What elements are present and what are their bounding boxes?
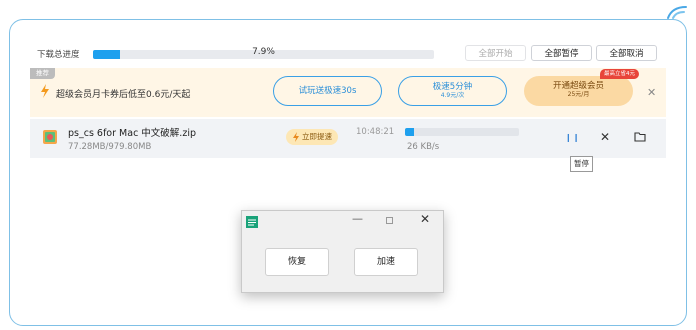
- task-progress-track: [405, 128, 519, 136]
- swirl-logo-icon: [667, 6, 687, 19]
- speed-5min-label: 极速5分钟: [432, 82, 473, 92]
- vip-promo-banner: 推荐 超级会员月卡券后低至0.6元/天起 试玩送极速30s 极速5分钟 4.9元…: [30, 68, 666, 117]
- lightning-icon: [41, 84, 49, 98]
- maximize-icon[interactable]: [386, 217, 393, 224]
- recommend-tag: 推荐: [30, 68, 55, 79]
- pause-all-button[interactable]: 全部暂停: [531, 45, 592, 61]
- boost-now-label: 立即提速: [302, 132, 332, 141]
- start-all-button[interactable]: 全部开始: [465, 45, 526, 61]
- cancel-all-button[interactable]: 全部取消: [596, 45, 657, 61]
- delete-task-icon[interactable]: ✕: [600, 130, 610, 144]
- file-name: ps_cs 6for Mac 中文破解.zip: [68, 128, 196, 139]
- open-folder-icon[interactable]: [634, 131, 646, 142]
- minimize-icon[interactable]: —: [352, 212, 363, 225]
- task-speed: 26 KB/s: [407, 142, 440, 152]
- promo-text: 超级会员月卡券后低至0.6元/天起: [56, 90, 191, 100]
- open-vip-price: 25元/月: [567, 91, 590, 98]
- boost-now-button[interactable]: 立即提速: [286, 129, 338, 145]
- progress-label: 下载总进度: [37, 50, 80, 60]
- archive-file-icon: [43, 130, 57, 144]
- overall-progress-bar: 下载总进度 7.9% 26 KB/s 全部开始 全部暂停 全部取消: [37, 45, 667, 63]
- control-dialog: — ✕ 恢复 加速: [241, 210, 444, 293]
- lightning-icon: [293, 132, 299, 142]
- speedup-button[interactable]: 加速: [354, 248, 418, 276]
- speed-5min-button[interactable]: 极速5分钟 4.9元/次: [398, 76, 507, 106]
- pause-icon[interactable]: ❙❙: [565, 133, 580, 142]
- download-task-row[interactable]: ps_cs 6for Mac 中文破解.zip 77.28MB/979.80MB…: [30, 119, 666, 158]
- resume-button[interactable]: 恢复: [265, 248, 329, 276]
- open-vip-label: 开通超级会员: [552, 81, 604, 91]
- task-time: 10:48:21: [356, 127, 395, 137]
- close-promo-icon[interactable]: ✕: [647, 86, 656, 99]
- app-icon: [246, 216, 258, 228]
- speed-5min-price: 4.9元/次: [440, 92, 465, 99]
- task-progress-fill: [405, 128, 414, 136]
- close-dialog-icon[interactable]: ✕: [420, 212, 430, 226]
- open-vip-button[interactable]: 开通超级会员 25元/月: [524, 76, 633, 106]
- vip-discount-badge: 最高立省4元: [600, 69, 639, 79]
- overall-progress-percent: 7.9%: [252, 47, 275, 57]
- file-size: 77.28MB/979.80MB: [68, 142, 152, 152]
- trial-speed-button[interactable]: 试玩送极速30s: [273, 76, 382, 106]
- pause-tooltip: 暂停: [570, 156, 593, 172]
